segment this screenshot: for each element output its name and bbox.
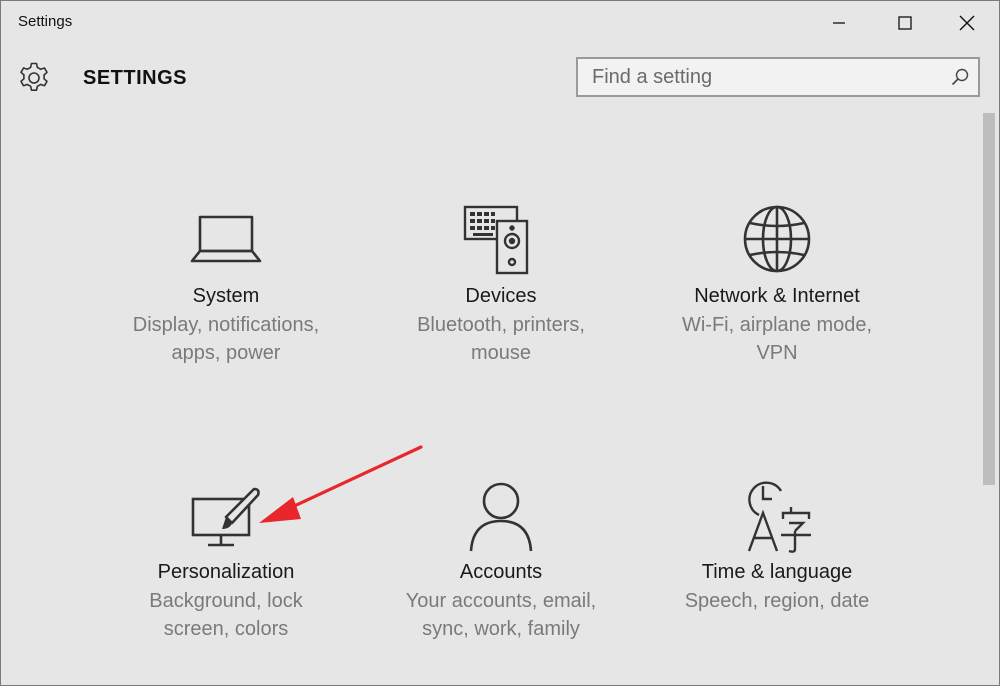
minimize-icon <box>833 22 845 24</box>
keyboard-speaker-icon <box>463 205 529 275</box>
tile-description: Display, notifications, apps, power <box>132 314 320 364</box>
tile-title: Accounts <box>459 561 543 583</box>
tile-devices[interactable]: Devices Bluetooth, printers, mouse <box>376 191 626 391</box>
tile-description: Bluetooth, printers, mouse <box>417 314 585 364</box>
tile-title: Devices <box>465 285 537 307</box>
globe-icon <box>743 205 811 273</box>
title-bar[interactable]: Settings <box>1 1 999 45</box>
person-icon <box>469 482 533 552</box>
tile-description: Your accounts, email, sync, work, family <box>405 590 597 640</box>
tile-description: Speech, region, date <box>684 590 870 612</box>
settings-window: Settings SETTINGS Find a setting System … <box>0 0 1000 686</box>
page-title: SETTINGS <box>83 67 188 89</box>
tile-description: Background, lock screen, colors <box>149 590 303 640</box>
tile-title: Network & Internet <box>694 285 860 307</box>
tile-title: System <box>192 285 260 307</box>
maximize-button[interactable] <box>873 1 937 45</box>
window-title: Settings <box>18 13 73 30</box>
annotation-arrow <box>259 445 423 523</box>
scroll-thumb[interactable] <box>983 113 995 485</box>
close-icon <box>959 15 975 31</box>
tile-system[interactable]: System Display, notifications, apps, pow… <box>101 191 351 391</box>
tile-title: Time & language <box>701 561 853 583</box>
search-box[interactable] <box>576 57 980 97</box>
close-button[interactable] <box>935 1 999 45</box>
gear-icon <box>20 62 48 91</box>
search-icon[interactable] <box>950 67 970 87</box>
minimize-button[interactable] <box>807 1 871 45</box>
tile-network[interactable]: Network & Internet Wi-Fi, airplane mode,… <box>652 191 902 391</box>
tile-title: Personalization <box>157 561 295 583</box>
scrollbar[interactable] <box>983 113 995 685</box>
maximize-icon <box>898 16 912 30</box>
clock-language-icon <box>747 481 811 553</box>
tile-description: Wi-Fi, airplane mode, VPN <box>681 314 873 364</box>
laptop-icon <box>190 215 262 263</box>
tile-time-language[interactable]: Time & language Speech, region, date <box>652 467 902 667</box>
search-input[interactable] <box>578 59 952 95</box>
